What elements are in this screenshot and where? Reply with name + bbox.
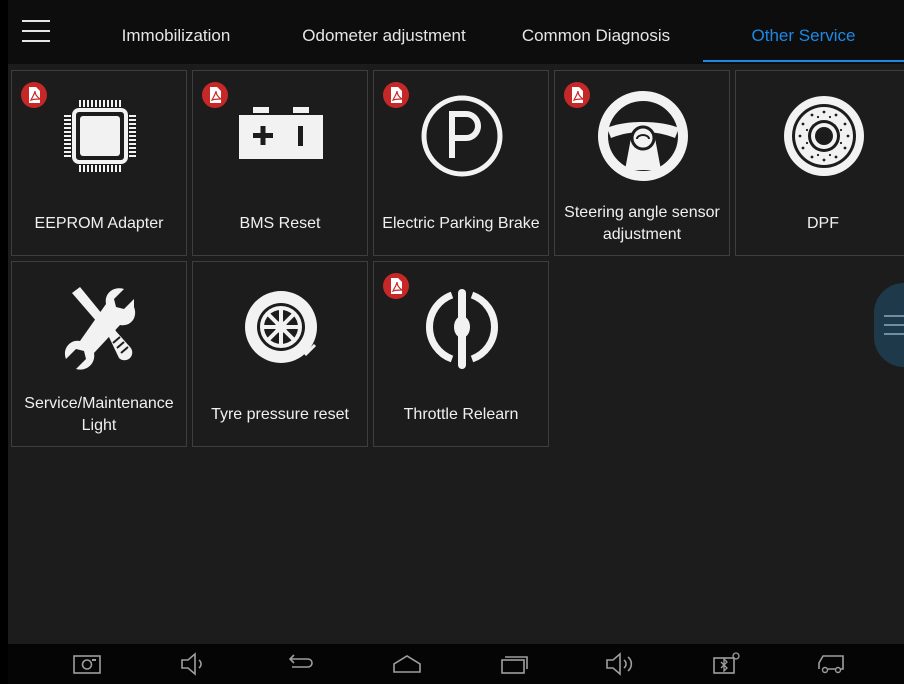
app-window: Immobilization Odometer adjustment Commo…	[8, 0, 904, 684]
dpf-filter-icon	[784, 96, 864, 176]
active-tab-indicator	[703, 60, 904, 62]
tyre-icon	[245, 291, 319, 363]
home-icon[interactable]	[391, 650, 423, 678]
chip-icon	[64, 100, 136, 172]
tile-throttle-relearn[interactable]: Throttle Relearn	[373, 261, 549, 447]
tab-immobilization[interactable]: Immobilization	[103, 0, 249, 64]
tile-label: Service/Maintenance Light	[24, 395, 174, 434]
tile-label: Tyre pressure reset	[211, 406, 349, 423]
parking-brake-icon	[421, 95, 503, 177]
top-tab-bar: Immobilization Odometer adjustment Commo…	[8, 0, 904, 64]
tab-common-diagnosis[interactable]: Common Diagnosis	[508, 0, 684, 64]
tile-dpf[interactable]: DPF	[735, 70, 904, 256]
tile-steering-angle-sensor[interactable]: Steering angle sensor adjustment	[554, 70, 730, 256]
pdf-icon[interactable]	[21, 82, 47, 108]
volume-up-icon[interactable]	[604, 650, 636, 678]
vci-bluetooth-icon[interactable]	[710, 650, 742, 678]
pdf-icon[interactable]	[383, 82, 409, 108]
tile-label: DPF	[807, 215, 839, 232]
back-icon[interactable]	[284, 650, 316, 678]
battery-icon	[239, 107, 323, 159]
pdf-icon[interactable]	[383, 273, 409, 299]
tile-label: BMS Reset	[239, 215, 321, 232]
tile-electric-parking-brake[interactable]: Electric Parking Brake	[373, 70, 549, 256]
volume-down-icon[interactable]	[177, 650, 209, 678]
tile-label: Electric Parking Brake	[382, 215, 540, 232]
steering-wheel-icon	[598, 91, 688, 181]
wrench-screwdriver-icon	[64, 287, 136, 370]
tile-label: Throttle Relearn	[403, 406, 519, 423]
tile-label: EEPROM Adapter	[34, 215, 164, 232]
vehicle-icon[interactable]	[816, 650, 848, 678]
tab-other-service[interactable]: Other Service	[703, 0, 904, 64]
tile-label: Steering angle sensor adjustment	[564, 204, 720, 243]
pdf-icon[interactable]	[202, 82, 228, 108]
screenshot-icon[interactable]	[71, 650, 103, 678]
tile-eeprom-adapter[interactable]: EEPROM Adapter	[11, 70, 187, 256]
system-navigation-bar	[8, 644, 904, 684]
recent-apps-icon[interactable]	[498, 650, 530, 678]
throttle-icon	[425, 289, 499, 369]
tile-service-maintenance-light[interactable]: Service/Maintenance Light	[11, 261, 187, 447]
tile-tyre-pressure-reset[interactable]: Tyre pressure reset	[192, 261, 368, 447]
tab-odometer-adjustment[interactable]: Odometer adjustment	[288, 0, 480, 64]
menu-icon[interactable]	[22, 20, 50, 42]
service-grid: EEPROM Adapter BMS Reset Electric Parkin…	[11, 70, 904, 490]
pdf-icon[interactable]	[564, 82, 590, 108]
tile-bms-reset[interactable]: BMS Reset	[192, 70, 368, 256]
